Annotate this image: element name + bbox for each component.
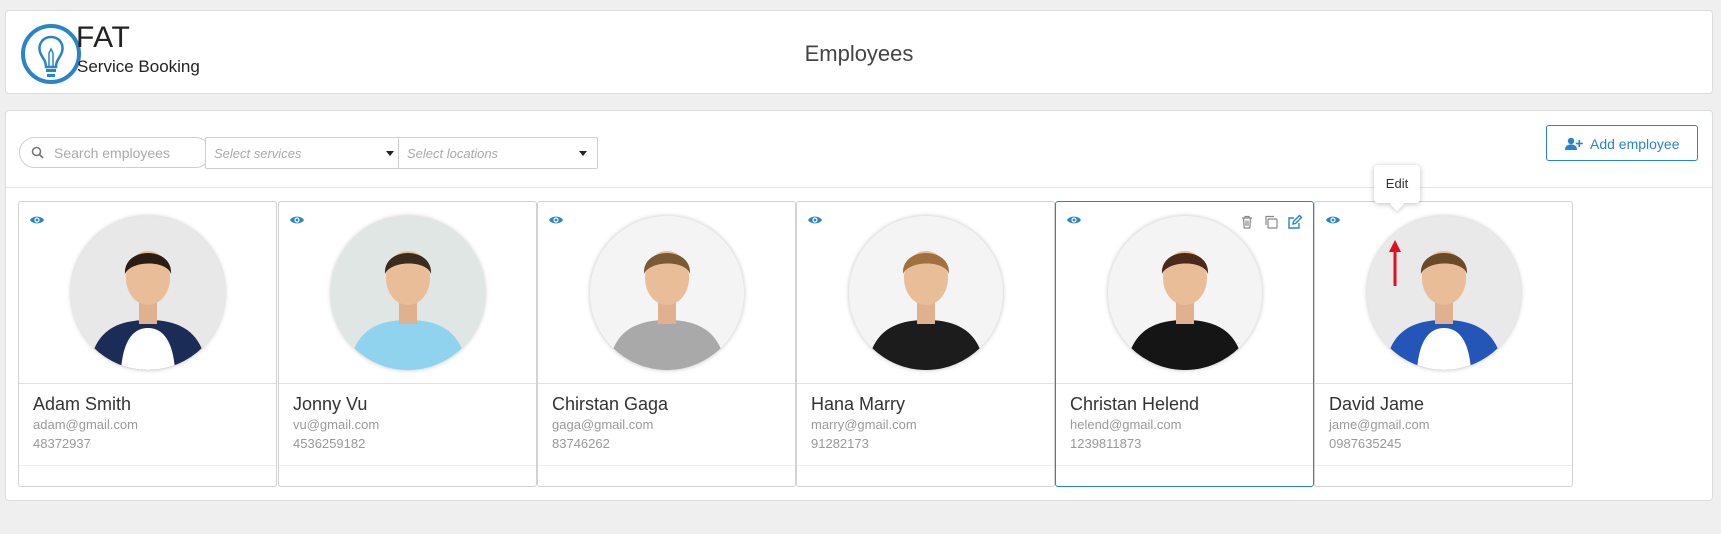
eye-icon[interactable]	[1325, 214, 1341, 226]
employee-card[interactable]: David Jame jame@gmail.com 0987635245	[1314, 201, 1573, 487]
employee-card[interactable]: Jonny Vu vu@gmail.com 4536259182	[278, 201, 537, 487]
employee-email: marry@gmail.com	[811, 417, 917, 432]
employee-email: adam@gmail.com	[33, 417, 138, 432]
card-divider	[1315, 383, 1572, 384]
chevron-down-icon	[579, 151, 587, 156]
avatar	[590, 216, 744, 370]
card-divider	[19, 383, 276, 384]
employee-card[interactable]: Adam Smith adam@gmail.com 48372937	[18, 201, 277, 487]
card-divider	[279, 383, 536, 384]
employee-phone: 4536259182	[293, 436, 366, 451]
avatar	[331, 216, 485, 370]
employee-email: helend@gmail.com	[1070, 417, 1182, 432]
card-divider	[797, 383, 1054, 384]
chevron-down-icon	[386, 151, 394, 156]
eye-icon[interactable]	[548, 214, 564, 226]
edit-tooltip: Edit	[1374, 165, 1420, 203]
employee-phone: 48372937	[33, 436, 91, 451]
employee-phone: 91282173	[811, 436, 869, 451]
employee-email: jame@gmail.com	[1329, 417, 1430, 432]
employee-phone: 83746262	[552, 436, 610, 451]
eye-icon[interactable]	[807, 214, 823, 226]
avatar	[1108, 216, 1262, 370]
employee-email: gaga@gmail.com	[552, 417, 654, 432]
employee-card[interactable]: Hana Marry marry@gmail.com 91282173	[796, 201, 1055, 487]
duplicate-icon[interactable]	[1263, 214, 1279, 230]
card-footer-divider	[797, 465, 1054, 466]
employee-name: Christan Helend	[1070, 394, 1200, 414]
card-footer-divider	[1056, 465, 1313, 466]
add-employee-button[interactable]: Add employee	[1546, 125, 1698, 161]
card-footer-divider	[279, 465, 536, 466]
add-user-icon	[1565, 137, 1583, 150]
employee-phone: 0987635245	[1329, 436, 1402, 451]
employee-card[interactable]: Chirstan Gaga gaga@gmail.com 83746262	[537, 201, 796, 487]
search-input[interactable]	[54, 143, 204, 163]
employee-card[interactable]: Christan Helend helend@gmail.com 1239811…	[1055, 201, 1314, 487]
employee-name: David Jame	[1329, 394, 1425, 414]
locations-select-placeholder: Select locations	[407, 146, 499, 161]
employee-email: vu@gmail.com	[293, 417, 380, 432]
card-divider	[538, 383, 795, 384]
avatar	[849, 216, 1003, 370]
employee-phone: 1239811873	[1070, 436, 1142, 451]
search-box[interactable]	[19, 137, 211, 168]
card-footer-divider	[19, 465, 276, 466]
card-divider	[1056, 383, 1313, 384]
employees-panel: Select services Select locations Add emp…	[5, 110, 1713, 501]
card-footer-divider	[1315, 465, 1572, 466]
app-header: FAT Service Booking Employees	[5, 10, 1713, 94]
eye-icon[interactable]	[1066, 214, 1082, 226]
card-footer-divider	[538, 465, 795, 466]
add-employee-label: Add employee	[1590, 136, 1680, 152]
employee-name: Hana Marry	[811, 394, 906, 414]
search-icon	[31, 146, 44, 159]
toolbar: Select services Select locations Add emp…	[6, 111, 1712, 188]
employee-name: Chirstan Gaga	[552, 394, 669, 414]
annotation-arrow-icon	[1389, 240, 1401, 286]
eye-icon[interactable]	[289, 214, 305, 226]
services-select[interactable]: Select services	[205, 137, 405, 169]
page-title: Employees	[804, 41, 914, 66]
locations-select[interactable]: Select locations	[398, 137, 598, 169]
edit-icon[interactable]	[1287, 214, 1303, 230]
trash-icon[interactable]	[1239, 214, 1255, 230]
card-actions	[1239, 214, 1303, 230]
employee-name: Jonny Vu	[293, 394, 368, 414]
services-select-placeholder: Select services	[214, 146, 302, 161]
avatar	[71, 216, 225, 370]
eye-icon[interactable]	[29, 214, 45, 226]
employee-name: Adam Smith	[33, 394, 132, 414]
